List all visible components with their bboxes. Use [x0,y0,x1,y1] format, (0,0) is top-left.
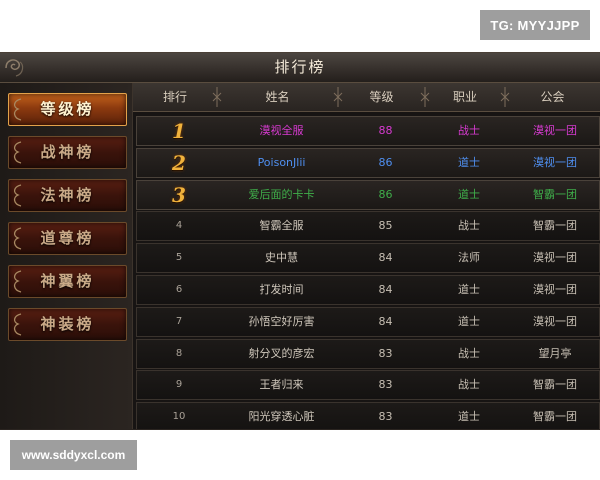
cell-job: 道士 [458,283,480,296]
header-divider-icon [420,87,430,107]
cell-rank: 9 [175,379,183,391]
title-bar: 排行榜 [0,53,600,83]
table-row[interactable]: 9 王者归来 83 战士 智霸一团 [136,370,600,401]
cell-rank: 4 [175,220,183,232]
cell-rank: 1 [137,117,221,145]
ranking-table: 排行 姓名 等级 职业 公会 1 漠视全服 88 战士 漠视一团 2 PoisonJlii 86 道士漠… [133,83,600,429]
cell-name: 孙悟空好厉害 [248,314,315,328]
column-header-level: 等级 [369,90,394,104]
cell-guild: 智霸一团 [533,219,577,233]
category-button-equip[interactable]: 神装榜 [8,308,127,341]
category-label: 神翼榜 [40,272,95,290]
cell-guild: 漠视一团 [533,155,577,169]
category-button-warrior[interactable]: 战神榜 [8,136,127,169]
category-label: 道尊榜 [40,229,95,247]
cell-job: 战士 [458,378,480,392]
cell-level: 84 [378,283,393,296]
cell-level: 83 [378,378,393,392]
table-row[interactable]: 3 爱后面的卡卡 86 道士 智霸一团 [136,179,600,210]
cell-job: 道士 [458,187,480,201]
table-row[interactable]: 6 打发时间 84 道士 漠视一团 [136,275,600,305]
category-label: 法神榜 [40,186,95,204]
cell-name: 射分叉的彦宏 [248,346,315,360]
cell-guild: 漠视一团 [533,314,577,328]
rank-medal-number: 1 [172,119,186,143]
table-row[interactable]: 2 PoisonJlii 86 道士 漠视一团 [136,147,600,178]
cell-job: 道士 [458,314,480,328]
cell-guild: 智霸一团 [533,378,577,392]
category-button-mage[interactable]: 法神榜 [8,179,127,212]
column-header-name: 姓名 [265,90,290,104]
cell-guild: 漠视一团 [533,124,577,137]
cell-name: 史中慧 [265,251,298,265]
category-sidebar: 等级榜战神榜法神榜道尊榜神翼榜神装榜 [0,83,133,429]
header-divider-icon [333,87,343,107]
category-label: 等级榜 [40,100,95,118]
category-label: 战神榜 [40,143,95,161]
cell-name: 打发时间 [259,283,304,296]
cell-name: 爱后面的卡卡 [248,187,315,201]
column-header-guild: 公会 [540,90,565,104]
header-divider-icon [500,87,510,107]
header-divider-icon [212,87,222,107]
table-header: 排行 姓名 等级 职业 公会 [133,83,600,112]
watermark-top: TG: MYYJJPP [480,10,590,40]
category-button-taoist[interactable]: 道尊榜 [8,222,127,255]
cell-level: 84 [378,314,393,328]
cell-job: 战士 [458,346,480,360]
cell-rank: 2 [137,149,221,177]
panel-title: 排行榜 [274,58,326,76]
cell-name: 王者归来 [259,378,304,392]
cell-level: 85 [378,219,393,233]
rank-medal-number: 2 [172,150,186,175]
category-button-wing[interactable]: 神翼榜 [8,265,127,298]
cell-guild: 望月亭 [538,346,572,360]
cell-guild: 智霸一团 [533,410,577,424]
cell-guild: 智霸一团 [533,187,577,201]
cell-level: 86 [378,187,393,201]
cell-rank: 3 [137,181,221,209]
cell-guild: 漠视一团 [533,283,577,296]
column-header-rank: 排行 [162,90,187,104]
table-row[interactable]: 5 史中慧 84 法师 漠视一团 [136,243,600,274]
table-row[interactable]: 7 孙悟空好厉害 84 道士 漠视一团 [136,306,600,337]
cell-rank: 7 [175,315,183,327]
cell-name: 智霸全服 [259,219,304,233]
cell-guild: 漠视一团 [533,251,577,265]
watermark-bottom: www.sddyxcl.com [10,440,137,470]
cell-level: 83 [378,346,393,360]
table-row[interactable]: 1 漠视全服 88 战士 漠视一团 [136,116,600,146]
table-row[interactable]: 8 射分叉的彦宏 83 战士 望月亭 [136,338,600,369]
rank-medal-number: 3 [172,182,186,207]
cell-job: 战士 [458,219,480,233]
leaderboard-panel: 排行榜 等级榜战神榜法神榜道尊榜神翼榜神装榜 排行 姓名 等级 职业 公会 1 漠视全服 8… [0,52,600,430]
table-row[interactable]: 4 智霸全服 85 战士 智霸一团 [136,211,600,242]
cell-rank: 10 [172,411,186,423]
cell-name: 阳光穿透心脏 [248,410,315,424]
cell-rank: 5 [175,252,183,264]
cell-job: 战士 [458,124,480,137]
category-label: 神装榜 [40,315,95,333]
table-row[interactable]: 10 阳光穿透心脏 83 道士 智霸一团 [136,402,600,429]
category-button-level[interactable]: 等级榜 [8,93,127,126]
cell-level: 83 [378,410,393,424]
cell-job: 道士 [458,410,480,424]
cell-rank: 6 [175,284,183,295]
cell-job: 道士 [458,155,480,169]
cell-level: 84 [378,251,393,265]
cell-job: 法师 [458,251,480,265]
column-header-job: 职业 [452,90,477,104]
cell-name: 漠视全服 [259,124,304,137]
cell-level: 88 [378,124,393,137]
cell-level: 86 [378,155,393,169]
cell-rank: 8 [175,347,183,359]
cell-name: PoisonJlii [257,155,306,169]
